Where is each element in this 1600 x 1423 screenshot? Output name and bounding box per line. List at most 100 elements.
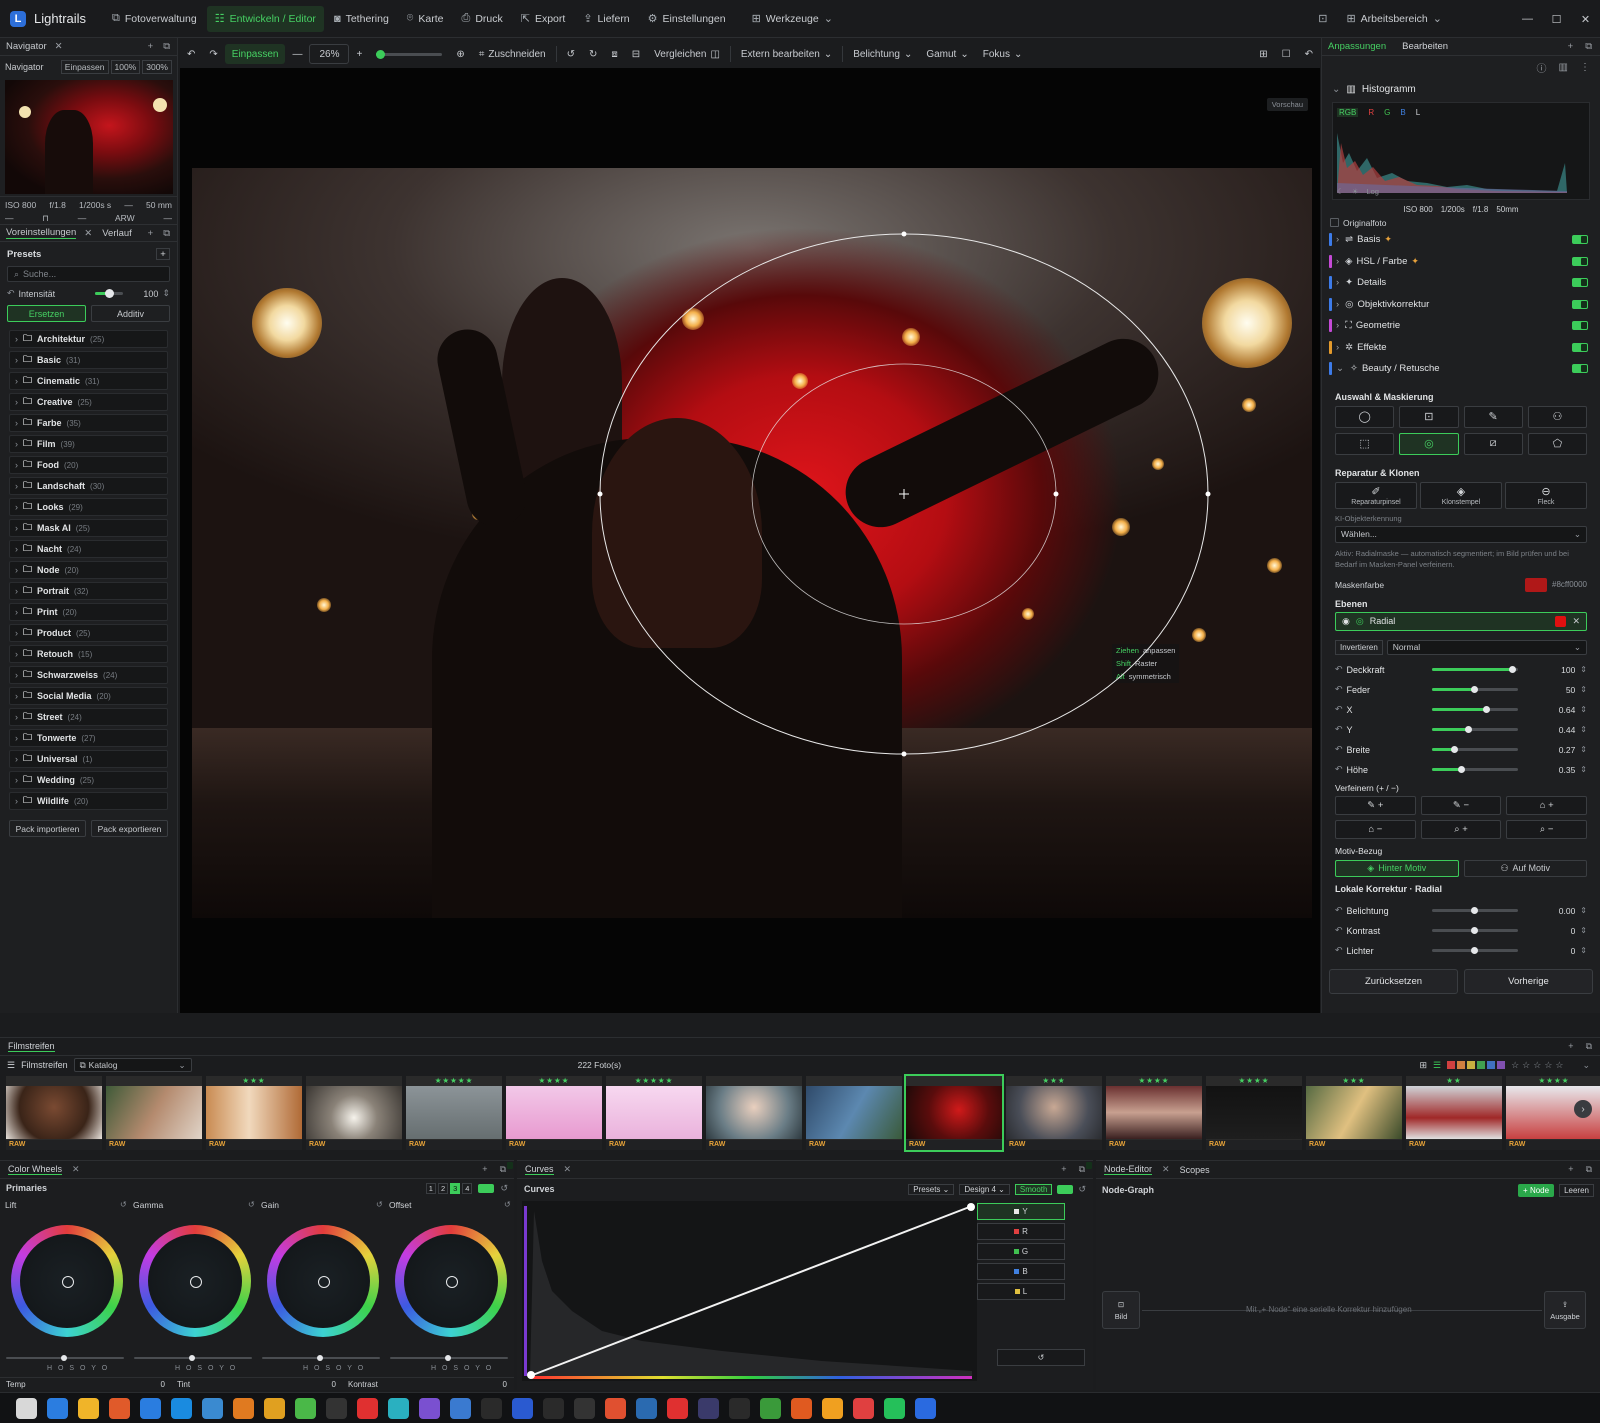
param-slider[interactable]	[1431, 686, 1518, 693]
color-label-orange[interactable]	[1457, 1061, 1466, 1069]
taskbar-app-icon[interactable]	[388, 1397, 409, 1419]
hist-tab-r[interactable]: R	[1368, 108, 1374, 117]
taskbar-app-icon[interactable]	[78, 1397, 99, 1419]
mask-handle-left[interactable]	[597, 491, 603, 497]
stepper-icon[interactable]: ⇕	[1580, 745, 1587, 754]
gain-wheel[interactable]	[267, 1225, 379, 1337]
zoom-level[interactable]: 26%	[309, 44, 350, 64]
preset-folder[interactable]: › 🗀 Food (20)	[9, 456, 168, 474]
preset-folder[interactable]: › 🗀 Nacht (24)	[9, 540, 168, 558]
hist-tab-g[interactable]: G	[1384, 108, 1390, 117]
taskbar-app-icon[interactable]	[295, 1397, 316, 1419]
eye-icon[interactable]: ◉	[1342, 616, 1350, 627]
reset-icon[interactable]: ↶	[1335, 764, 1343, 775]
slider-knob[interactable]	[445, 1355, 451, 1361]
film-thumbnail[interactable]: RAW	[706, 1076, 802, 1150]
on-subject-button[interactable]: ⚇ Auf Motiv	[1463, 859, 1587, 877]
close-icon[interactable]: ✕	[84, 228, 92, 239]
mask-center-crosshair[interactable]	[899, 489, 909, 499]
taskbar-app-icon[interactable]	[760, 1397, 781, 1419]
gamma-wheel[interactable]	[139, 1225, 251, 1337]
film-thumbnail[interactable]: RAW	[904, 1074, 1004, 1152]
stepper-icon[interactable]: ⇕	[1580, 685, 1587, 694]
taskbar-app-icon[interactable]	[822, 1397, 843, 1419]
color-label-green[interactable]	[1477, 1061, 1486, 1069]
preset-folder[interactable]: › 🗀 Mask AI (25)	[9, 519, 168, 537]
reset-icon[interactable]: ↺	[504, 1200, 511, 1209]
film-thumbnail[interactable]: ★★ RAW	[1406, 1076, 1502, 1150]
reset-icon[interactable]: ↶	[1335, 684, 1343, 695]
taskbar-app-icon[interactable]	[667, 1397, 688, 1419]
refine-button[interactable]: ✎ −	[1420, 795, 1502, 815]
histogram-toggle-icon[interactable]: ▥	[1559, 62, 1568, 73]
layer-color-swatch[interactable]	[1555, 615, 1567, 627]
preset-search-input[interactable]: ⌕ Suche...	[7, 266, 170, 282]
tab-history[interactable]: Verlauf	[102, 228, 132, 239]
crop-button[interactable]: ⌗ Zuschneiden	[472, 44, 553, 64]
preset-folder[interactable]: › 🗀 Landschaft (30)	[9, 477, 168, 495]
polygon-icon[interactable]: ⬠	[1527, 432, 1587, 455]
curve-point-black[interactable]	[527, 1371, 535, 1379]
list-view-icon[interactable]: ☰	[1433, 1060, 1441, 1071]
input-node[interactable]: ⊡ Bild	[1102, 1291, 1140, 1329]
module-toggle[interactable]	[1572, 235, 1588, 244]
module-hsl-farbe[interactable]: › ◈ HSL / Farbe ✦	[1322, 251, 1600, 273]
info-icon[interactable]: ⓘ	[1537, 60, 1547, 75]
radial-mask-icon[interactable]: ◎	[1399, 432, 1459, 455]
zoom-slider-track[interactable]	[376, 49, 443, 59]
preset-folder[interactable]: › 🗀 Street (24)	[9, 708, 168, 726]
param-slider[interactable]	[1431, 927, 1518, 934]
popout-icon[interactable]: ⧉	[163, 228, 170, 239]
stepper-icon[interactable]: ⇕	[1580, 906, 1587, 915]
taskbar-app-icon[interactable]	[698, 1397, 719, 1419]
reset-icon[interactable]: ↺	[120, 1200, 127, 1209]
module-geometrie[interactable]: › ⛶ Geometrie	[1322, 315, 1600, 337]
curve-point-white[interactable]	[967, 1203, 975, 1211]
film-thumbnail[interactable]: ★★★★ RAW	[506, 1076, 602, 1150]
param-slider[interactable]	[1431, 746, 1518, 753]
preset-folder[interactable]: › 🗀 Product (25)	[9, 624, 168, 642]
tab-tethering[interactable]: ◙ Tethering	[326, 6, 397, 32]
gain-master-slider[interactable]	[262, 1355, 380, 1361]
layer-radial[interactable]: ◉ ◎ Radial ✕	[1335, 611, 1587, 631]
tab-druck[interactable]: ⎙ Druck	[454, 6, 511, 32]
flip-icon[interactable]: ⧈	[604, 44, 624, 64]
reset-icon[interactable]: ↶	[1335, 905, 1343, 916]
curves-toggle[interactable]	[1057, 1184, 1074, 1194]
lift-wheel[interactable]	[11, 1225, 123, 1337]
reset-icon[interactable]: ↶	[1335, 704, 1343, 715]
param-slider[interactable]	[1431, 706, 1518, 713]
param-slider[interactable]	[1431, 766, 1518, 773]
original-checkbox[interactable]	[1330, 218, 1339, 227]
taskbar-app-icon[interactable]	[574, 1397, 595, 1419]
popout-icon[interactable]: ⧉	[500, 1164, 506, 1175]
taskbar-app-icon[interactable]	[729, 1397, 750, 1419]
preset-folder[interactable]: › 🗀 Node (20)	[9, 561, 168, 579]
preset-folder[interactable]: › 🗀 Schwarzweiss (24)	[9, 666, 168, 684]
preset-folder[interactable]: › 🗀 Farbe (35)	[9, 414, 168, 432]
undo-button[interactable]: ↶	[180, 44, 202, 64]
taskbar-app-icon[interactable]	[326, 1397, 347, 1419]
color-label-blue[interactable]	[1487, 1061, 1496, 1069]
overlay-icon[interactable]: ⊟	[625, 44, 647, 64]
popout-icon[interactable]: ⧉	[1586, 1041, 1592, 1052]
taskbar-app-icon[interactable]	[47, 1397, 68, 1419]
curve-graph[interactable]	[522, 1201, 977, 1381]
gamma-master-slider[interactable]	[134, 1355, 252, 1361]
chevron-down-icon[interactable]: ⌄	[1582, 1060, 1600, 1071]
mode-replace-button[interactable]: Ersetzen	[7, 305, 86, 322]
film-thumbnail[interactable]: ★★★★★ RAW	[406, 1076, 502, 1150]
reset-icon[interactable]: ↺	[500, 1183, 508, 1194]
zoom-out-button[interactable]: —	[285, 44, 309, 64]
rotate-left-icon[interactable]: ↺	[560, 44, 582, 64]
module-toggle[interactable]	[1572, 299, 1588, 309]
tint-field[interactable]: Tint 0	[171, 1380, 342, 1389]
film-thumbnail[interactable]: ★★★ RAW	[1006, 1076, 1102, 1150]
compare-button[interactable]: Vergleichen ◫	[647, 44, 727, 64]
intensity-slider-knob[interactable]	[105, 289, 115, 298]
module-beauty-retusche[interactable]: ⌄ ✧ Beauty / Retusche	[1322, 358, 1600, 380]
taskbar-app-icon[interactable]	[481, 1397, 502, 1419]
primaries-toggle[interactable]	[478, 1183, 495, 1193]
stepper-icon[interactable]: ⇕	[162, 288, 170, 299]
preset-folder[interactable]: › 🗀 Architektur (25)	[9, 330, 168, 348]
